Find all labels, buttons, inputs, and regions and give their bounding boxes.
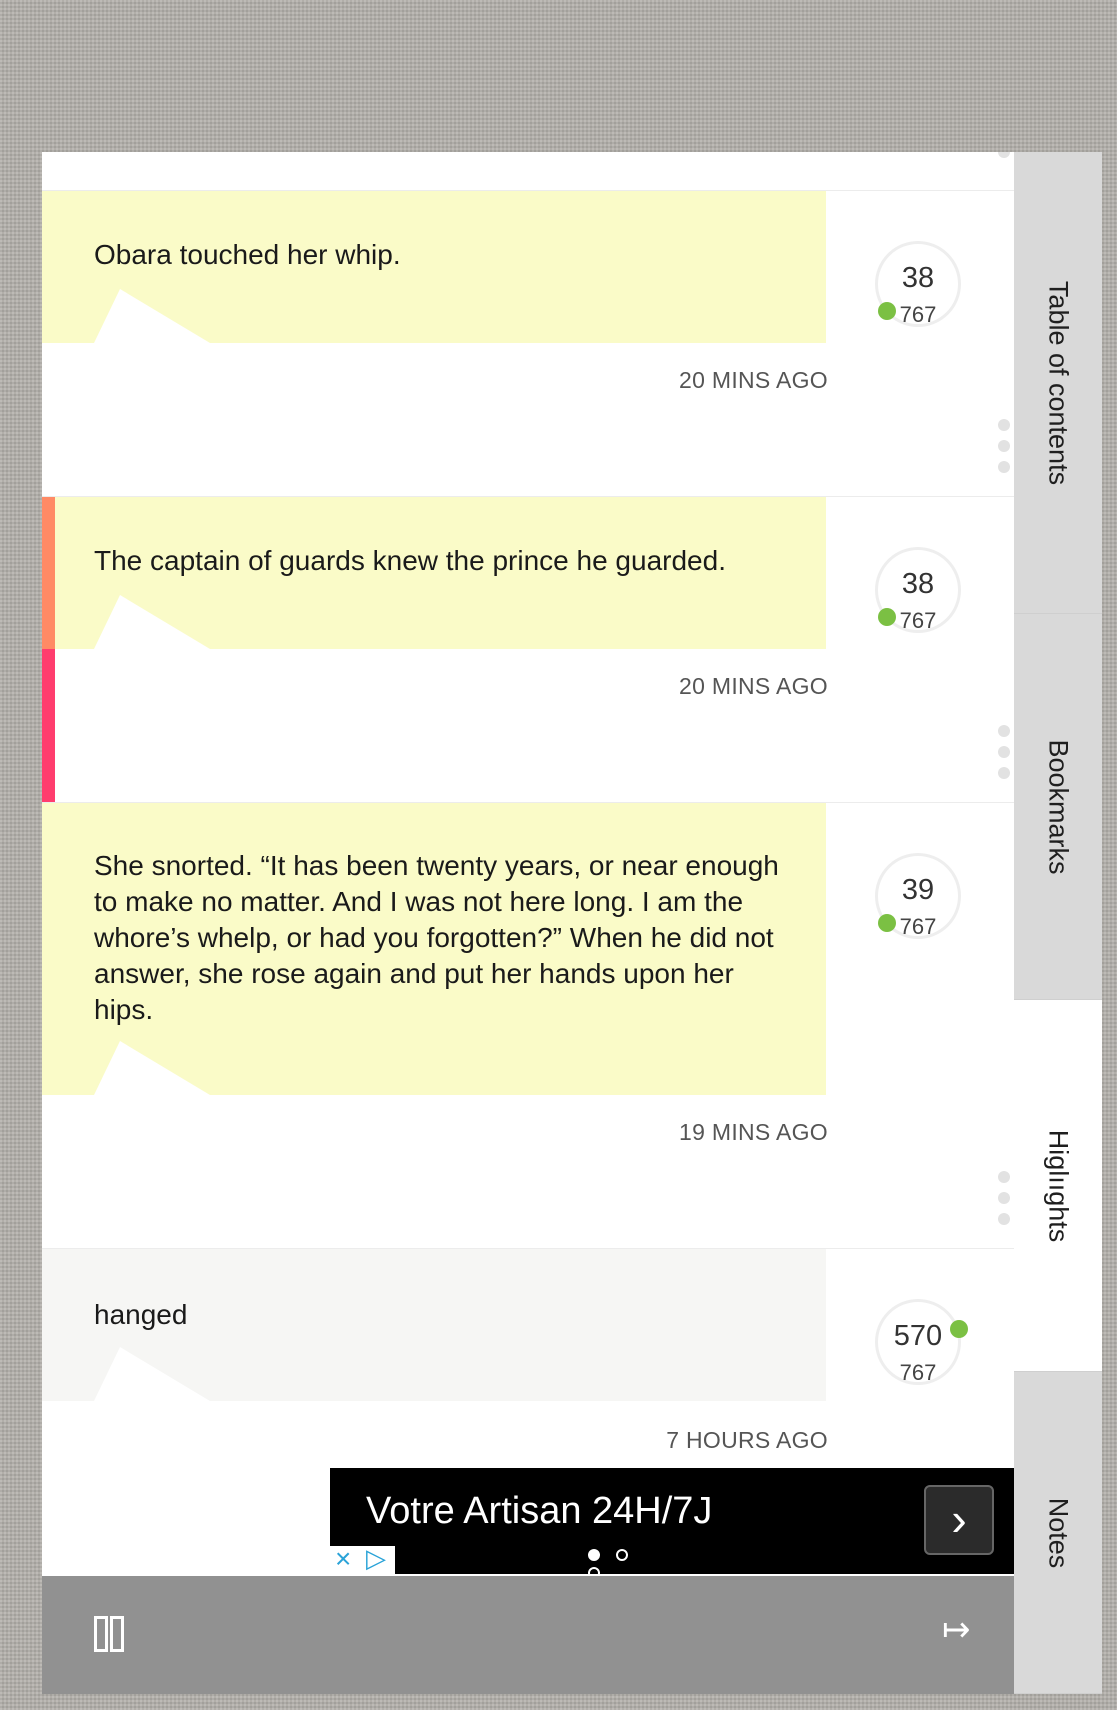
page-number: 39 [901, 874, 935, 906]
carousel-dot [588, 1567, 600, 1574]
color-stripe-orange [42, 497, 55, 649]
tab-label: Higlııghts [1043, 1129, 1074, 1242]
more-options-icon[interactable] [998, 725, 1010, 788]
tab-label: Notes [1043, 1497, 1074, 1568]
two-page-icon[interactable] [94, 1616, 126, 1657]
progress-dot [878, 914, 896, 932]
progress-dot [878, 302, 896, 320]
page-position-indicator[interactable]: 570 767 [875, 1299, 968, 1385]
highlights-panel[interactable]: Obara touched her whip. 20 MINS AGO 38 7… [42, 152, 1014, 1577]
tab-table-of-contents[interactable]: Table of contents [1014, 152, 1102, 614]
highlight-quote[interactable]: She snorted. “It has been twenty years, … [42, 803, 826, 1095]
bottom-toolbar: ↦ [42, 1576, 1014, 1694]
ad-controls: × ▷ [330, 1543, 395, 1574]
tab-highlights[interactable]: Higlııghts [1014, 1000, 1102, 1372]
close-icon[interactable]: × [335, 1543, 351, 1574]
highlight-time: 19 MINS AGO [678, 1119, 828, 1145]
highlight-text: She snorted. “It has been twenty years, … [94, 850, 779, 1025]
quote-notch [94, 1347, 210, 1401]
highlight-item[interactable]: She snorted. “It has been twenty years, … [42, 802, 1014, 1249]
tab-label: Table of contents [1043, 280, 1074, 485]
highlight-quote[interactable]: The captain of guards knew the prince he… [55, 497, 826, 649]
page-total: 767 [899, 1360, 937, 1385]
highlight-time: 7 HOURS AGO [666, 1427, 828, 1453]
page-position-indicator[interactable]: 39 767 [875, 853, 961, 939]
page-position-indicator[interactable]: 38 767 [875, 547, 961, 633]
quote-notch [94, 289, 210, 343]
adchoices-icon[interactable]: ▷ [366, 1543, 386, 1574]
highlight-item[interactable]: The captain of guards knew the prince he… [42, 496, 1014, 803]
tab-label: Bookmarks [1043, 738, 1074, 875]
highlight-item[interactable]: Obara touched her whip. 20 MINS AGO 38 7… [42, 190, 1014, 497]
tab-bookmarks[interactable]: Bookmarks [1014, 614, 1102, 1000]
page-number: 38 [901, 262, 935, 294]
page-number: 38 [901, 568, 935, 600]
progress-dot [878, 608, 896, 626]
color-stripe-pink [42, 649, 55, 803]
highlight-text: hanged [94, 1299, 188, 1330]
highlight-text: Obara touched her whip. [94, 239, 401, 270]
carousel-dot-active [588, 1549, 600, 1561]
highlight-time: 20 MINS AGO [678, 673, 828, 699]
ad-banner[interactable]: Votre Artisan 24H/7J › × ▷ [330, 1468, 1014, 1574]
page-number: 570 [893, 1320, 943, 1352]
more-options-icon[interactable] [998, 1171, 1010, 1234]
chevron-right-icon[interactable]: › [924, 1485, 994, 1555]
progress-dot [950, 1320, 968, 1338]
highlight-text: The captain of guards knew the prince he… [94, 545, 726, 576]
ad-carousel-dots [588, 1548, 668, 1574]
exit-arrow-icon[interactable]: ↦ [942, 1610, 971, 1650]
previous-entry-menu-dot [998, 152, 1010, 158]
highlight-quote[interactable]: Obara touched her whip. [42, 191, 826, 343]
tab-notes[interactable]: Notes [1014, 1372, 1102, 1694]
highlight-quote[interactable]: hanged [42, 1249, 826, 1401]
ad-headline[interactable]: Votre Artisan 24H/7J [366, 1490, 712, 1533]
more-options-icon[interactable] [998, 419, 1010, 482]
highlight-time: 20 MINS AGO [678, 367, 828, 393]
carousel-dot [616, 1549, 628, 1561]
quote-notch [94, 595, 210, 649]
quote-notch [94, 1041, 210, 1095]
page-position-indicator[interactable]: 38 767 [875, 241, 961, 327]
